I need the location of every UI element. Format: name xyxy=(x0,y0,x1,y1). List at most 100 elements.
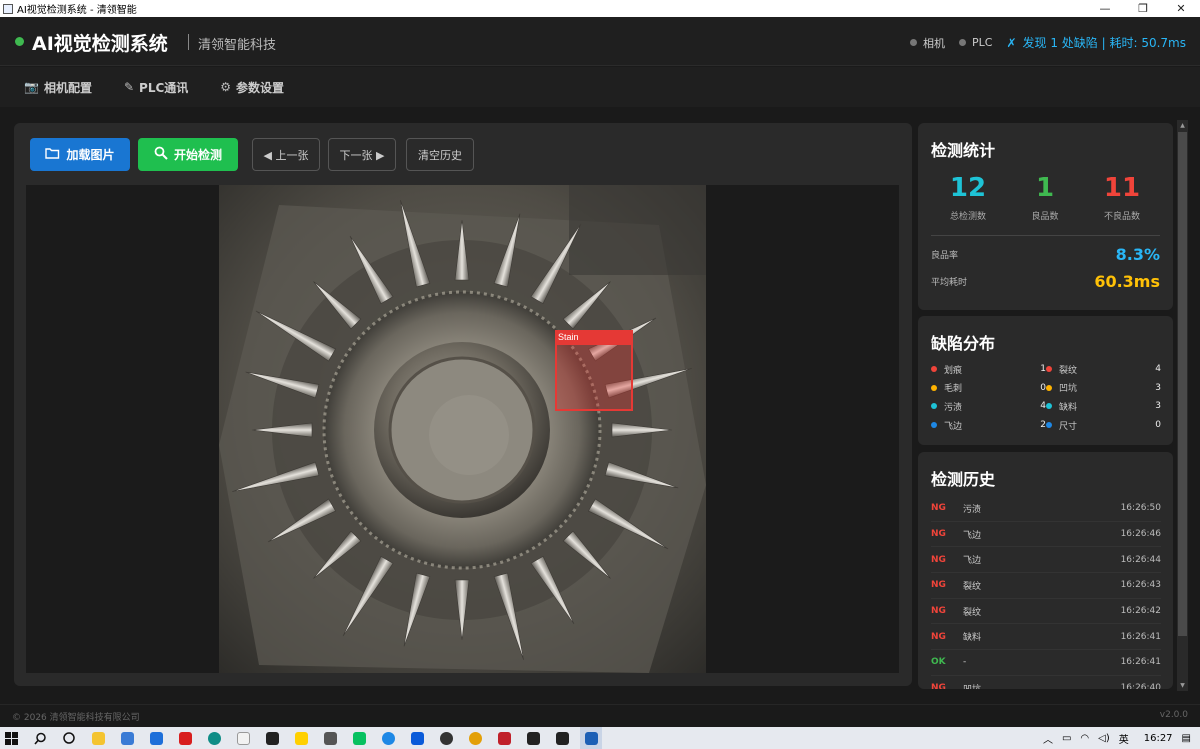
edge-icon[interactable] xyxy=(203,727,225,749)
defect-color-dot xyxy=(931,403,937,410)
active-app-icon[interactable] xyxy=(580,727,602,749)
notification-icon[interactable]: ▤ xyxy=(1182,733,1191,744)
app-icon[interactable] xyxy=(551,727,573,749)
defect-name: 飞边 xyxy=(944,421,963,432)
defect-label: Stain xyxy=(555,330,633,345)
volume-icon[interactable]: ◁) xyxy=(1098,733,1110,744)
history-row[interactable]: NG 裂纹 16:26:43 xyxy=(931,573,1161,599)
history-time: 16:26:50 xyxy=(1120,503,1161,514)
menu-label: 相机配置 xyxy=(43,80,92,95)
status-text: 发现 1 处缺陷 | 耗时: 50.7ms xyxy=(1022,36,1186,50)
history-time: 16:26:40 xyxy=(1120,683,1161,689)
app-icon[interactable] xyxy=(232,727,254,749)
defect-color-dot xyxy=(931,422,937,429)
minimize-button[interactable]: — xyxy=(1086,0,1124,17)
clear-history-button[interactable]: 清空历史 xyxy=(406,138,474,171)
wechat-icon[interactable] xyxy=(348,727,370,749)
page-scrollbar[interactable]: ▲ ▼ xyxy=(1177,120,1188,691)
defect-name: 划痕 xyxy=(944,365,963,376)
history-row[interactable]: NG 缺料 16:26:41 xyxy=(931,624,1161,651)
camera-icon: 📷 xyxy=(24,80,39,94)
defect-item: 尺寸 0 xyxy=(1046,419,1161,432)
app-title: AI视觉检测系统 xyxy=(32,33,168,55)
maximize-button[interactable]: ❐ xyxy=(1124,0,1162,17)
defect-item: 飞边 2 xyxy=(931,419,1046,432)
total-label: 总检测数 xyxy=(949,212,986,222)
history-time: 16:26:44 xyxy=(1120,554,1161,565)
app-icon[interactable] xyxy=(435,727,457,749)
defect-count: 3 xyxy=(1155,401,1161,412)
history-row[interactable]: NG 裂纹 16:26:42 xyxy=(931,599,1161,625)
history-row[interactable]: NG 飞边 16:26:46 xyxy=(931,522,1161,548)
windows-start-icon[interactable] xyxy=(0,727,22,749)
camera-status: 相机 xyxy=(910,35,945,51)
close-button[interactable]: ✕ xyxy=(1162,0,1200,17)
app-icon[interactable] xyxy=(145,727,167,749)
clock[interactable]: 16:27 xyxy=(1144,733,1173,744)
chevron-up-icon[interactable]: ︿ xyxy=(1043,731,1053,746)
app-icon[interactable] xyxy=(261,727,283,749)
taskbar: ︿ ▭ ◠ ◁) 英 16:27 ▤ xyxy=(0,727,1200,749)
defect-count: 3 xyxy=(1155,382,1161,393)
menu-camera-config[interactable]: 📷 相机配置 xyxy=(24,79,92,96)
start-detection-button[interactable]: 开始检测 xyxy=(138,138,238,171)
window-titlebar: AI视觉检测系统 - 清领智能 — ❐ ✕ xyxy=(0,0,1200,17)
defect-color-dot xyxy=(931,366,937,373)
defect-bounding-box[interactable]: Stain xyxy=(555,330,633,411)
app-icon[interactable] xyxy=(493,727,515,749)
camera-status-label: 相机 xyxy=(923,36,946,50)
history-defect-type: 缺料 xyxy=(963,633,982,644)
ng-count: 11 xyxy=(1103,173,1141,203)
scroll-up-arrow[interactable]: ▲ xyxy=(1177,120,1188,131)
history-status: NG xyxy=(931,606,946,617)
ok-label: 良品数 xyxy=(1031,212,1059,222)
app-icon[interactable] xyxy=(522,727,544,749)
history-defect-type: 凹坑 xyxy=(963,682,1121,689)
menu-label: PLC通讯 xyxy=(139,80,189,95)
history-status: NG xyxy=(931,503,946,514)
plc-status-label: PLC xyxy=(972,36,993,49)
main-panel: 加载图片 开始检测 ◀ 上一张 下一张 ▶ 清空历史 Stain xyxy=(14,123,912,686)
system-tray: ︿ ▭ ◠ ◁) 英 16:27 ▤ xyxy=(1043,727,1200,749)
menu-plc-comm[interactable]: ✎ PLC通讯 xyxy=(124,79,188,96)
app-icon[interactable] xyxy=(319,727,341,749)
next-image-button[interactable]: 下一张 ▶ xyxy=(328,138,396,171)
battery-icon[interactable]: ▭ xyxy=(1062,733,1071,744)
app-header: AI视觉检测系统 清领智能科技 相机 PLC ✗ 发现 1 处缺陷 | 耗时: 5… xyxy=(0,17,1200,66)
ime-indicator[interactable]: 英 xyxy=(1119,731,1129,746)
toolbar: 加载图片 开始检测 ◀ 上一张 下一张 ▶ 清空历史 xyxy=(30,138,482,171)
copyright: © 2026 清领智能科技有限公司 xyxy=(12,713,140,723)
history-row[interactable]: OK - 16:26:41 xyxy=(931,650,1161,676)
history-list[interactable]: NG 污渍 16:26:50 NG 飞边 16:26:46 NG 飞边 16:26:44 NG 裂纹… xyxy=(931,496,1161,689)
scroll-down-arrow[interactable]: ▼ xyxy=(1177,680,1188,691)
history-defect-type: 飞边 xyxy=(963,530,982,541)
history-row[interactable]: NG 飞边 16:26:44 xyxy=(931,547,1161,574)
app-icon[interactable] xyxy=(290,727,312,749)
history-row[interactable]: NG 凹坑16:26:40 xyxy=(931,676,1161,689)
wifi-icon[interactable]: ◠ xyxy=(1080,733,1089,744)
defect-item: 划痕 1 xyxy=(931,363,1046,376)
app-icon[interactable] xyxy=(377,727,399,749)
defect-count: 4 xyxy=(1155,364,1161,375)
ok-count: 1 xyxy=(1035,173,1055,203)
history-defect-type: 污渍 xyxy=(963,504,982,515)
app-icon[interactable] xyxy=(406,727,428,749)
history-time: 16:26:46 xyxy=(1120,529,1161,540)
total-count: 12 xyxy=(949,173,987,203)
window-title: AI视觉检测系统 - 清领智能 xyxy=(17,5,137,16)
store-icon[interactable] xyxy=(116,727,138,749)
history-row[interactable]: NG 污渍 16:26:50 xyxy=(931,496,1161,522)
app-icon[interactable] xyxy=(174,727,196,749)
menu-params[interactable]: ⚙ 参数设置 xyxy=(220,79,284,96)
load-image-label: 加载图片 xyxy=(66,148,115,162)
search-icon[interactable] xyxy=(29,727,51,749)
prev-image-button[interactable]: ◀ 上一张 xyxy=(252,138,320,171)
defect-name: 污渍 xyxy=(944,402,963,413)
total-stat: 12 总检测数 xyxy=(928,171,1008,222)
chrome-icon[interactable] xyxy=(464,727,486,749)
history-status: NG xyxy=(931,529,946,540)
file-explorer-icon[interactable] xyxy=(87,727,109,749)
scroll-thumb[interactable] xyxy=(1178,132,1187,636)
load-image-button[interactable]: 加载图片 xyxy=(30,138,130,171)
cortana-icon[interactable] xyxy=(58,727,80,749)
